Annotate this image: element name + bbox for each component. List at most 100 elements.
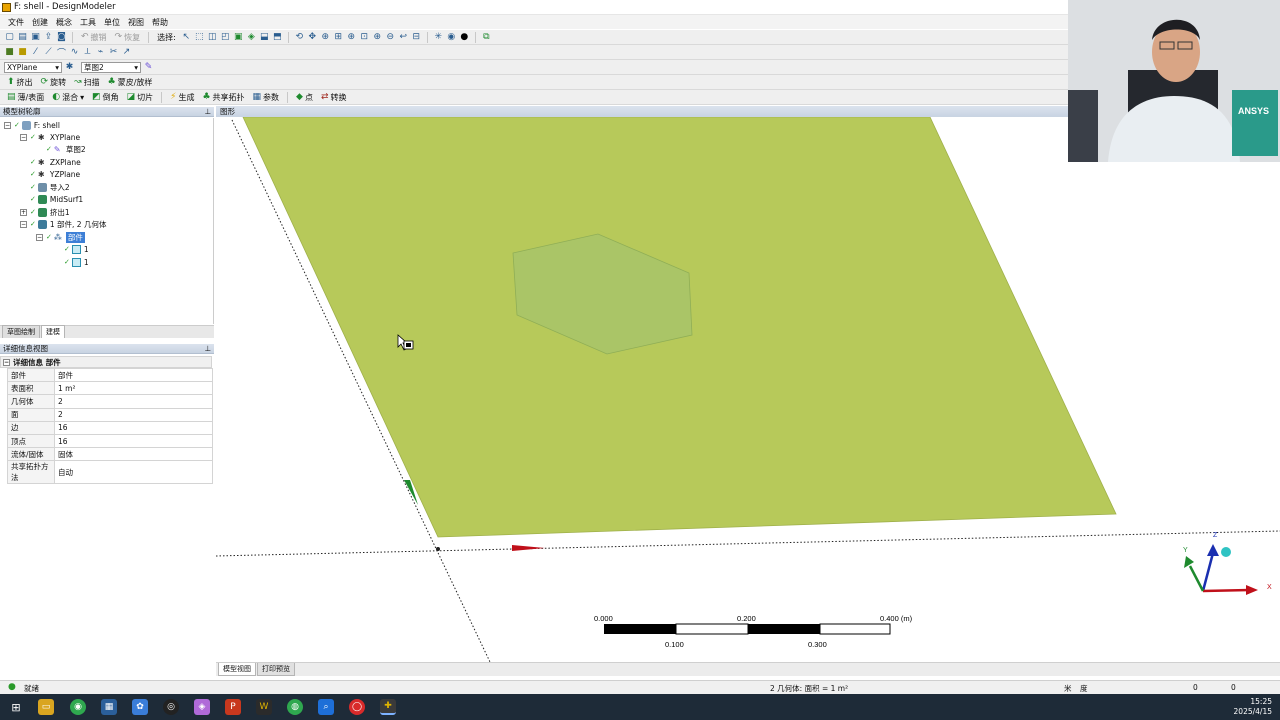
pan-icon[interactable]: ✥: [307, 32, 318, 43]
details-row[interactable]: 边 16: [7, 420, 213, 435]
tab-sketching[interactable]: 草图绘制: [2, 325, 40, 338]
new-plane-icon[interactable]: ✱: [64, 62, 75, 73]
details-value[interactable]: 部件: [54, 367, 213, 383]
blend-button[interactable]: ◐ 混合 ▾: [49, 92, 87, 103]
zoom-in-icon[interactable]: ⊕: [346, 32, 357, 43]
details-value[interactable]: 固体: [54, 447, 213, 462]
extend-line-icon[interactable]: ↗: [121, 47, 132, 58]
details-section-header[interactable]: − 详细信息 部件: [0, 356, 212, 368]
pin-icon[interactable]: ⊥: [204, 107, 211, 116]
collapse-icon[interactable]: −: [36, 233, 43, 241]
details-row[interactable]: 几何体 2: [7, 394, 213, 409]
select-mode-icon[interactable]: ↖: [181, 32, 192, 43]
collapse-icon[interactable]: −: [20, 220, 27, 228]
menu-file[interactable]: 文件: [4, 17, 28, 28]
details-value[interactable]: 16: [54, 433, 213, 449]
tab-print-preview[interactable]: 打印预览: [257, 663, 295, 676]
point-line-icon[interactable]: ⌁: [95, 47, 106, 58]
select-point-icon[interactable]: ◫: [207, 32, 218, 43]
display-mode-icon[interactable]: ◉: [446, 32, 457, 43]
parameters-button[interactable]: ▦ 参数: [250, 92, 283, 103]
extrude-button[interactable]: ⬆ 挤出: [4, 77, 36, 88]
details-row[interactable]: 面2: [7, 407, 213, 422]
coordinate-triad[interactable]: Z Y X: [1183, 532, 1272, 595]
details-value[interactable]: 16: [54, 420, 213, 435]
help-icon[interactable]: ⧉: [481, 32, 492, 43]
plane-select[interactable]: XYPlane ▾: [4, 61, 62, 73]
conversion-button[interactable]: ⇄ 转换: [318, 92, 350, 103]
screenshot-icon[interactable]: ◙: [56, 32, 67, 43]
zoom-fit-icon[interactable]: ⊡: [359, 32, 370, 43]
details-row[interactable]: 共享拓扑方法 自动: [7, 460, 213, 485]
revolve-button[interactable]: ⟳ 旋转: [38, 77, 70, 88]
undo-button[interactable]: ↶ 撤销: [78, 32, 110, 43]
tree-item-import[interactable]: ✓ 导入2: [30, 181, 70, 193]
slice-button[interactable]: ◪ 切片: [124, 92, 157, 103]
sketch-select[interactable]: 草图2 ▾: [81, 61, 141, 73]
select-body-icon[interactable]: ◈: [246, 32, 257, 43]
tree-item-sketch[interactable]: ✓ ✎ 草图2: [46, 143, 86, 155]
generate-button[interactable]: ⚡ 生成: [167, 92, 197, 103]
select-edge-icon[interactable]: ◰: [220, 32, 231, 43]
triad-icon[interactable]: ✳: [433, 32, 444, 43]
menu-create[interactable]: 创建: [28, 17, 52, 28]
zoom-box-icon[interactable]: ⊞: [333, 32, 344, 43]
tree-item-extrude[interactable]: + ✓ 挤出1: [20, 206, 70, 218]
details-value[interactable]: 2: [54, 394, 213, 409]
video-app-icon[interactable]: ◯: [349, 699, 365, 715]
redo-button[interactable]: ↷ 恢复: [112, 32, 144, 43]
details-row[interactable]: 流体/固体 固体: [7, 447, 213, 462]
system-clock[interactable]: 15:25 2025/4/15: [1234, 697, 1272, 717]
wechat-icon[interactable]: ◍: [287, 699, 303, 715]
save-icon[interactable]: ▣: [30, 32, 41, 43]
spline-icon[interactable]: ∿: [69, 47, 80, 58]
powerpoint-icon[interactable]: P: [225, 699, 241, 715]
expand-icon[interactable]: +: [20, 208, 27, 216]
details-row[interactable]: 顶点 16: [7, 433, 213, 449]
expand-icon[interactable]: ⬒: [272, 32, 283, 43]
menu-help[interactable]: 帮助: [148, 17, 172, 28]
menu-concept[interactable]: 概念: [52, 17, 76, 28]
new-icon[interactable]: ▢: [4, 32, 15, 43]
line-icon[interactable]: ⁄: [30, 47, 41, 58]
zoom-icon[interactable]: ⊕: [320, 32, 331, 43]
skin-loft-button[interactable]: ♣ 蒙皮/放样: [105, 77, 156, 88]
chamfer-button[interactable]: ◩ 倒角: [89, 92, 122, 103]
zoom-plus-icon[interactable]: ⊕: [372, 32, 383, 43]
tree-item-xyplane[interactable]: − ✓ ✱ XYPlane: [20, 131, 80, 143]
previous-view-icon[interactable]: ↩: [398, 32, 409, 43]
recorder-icon[interactable]: ◎: [163, 699, 179, 715]
tree-item-zxplane[interactable]: ✓ ✱ ZXPlane: [30, 156, 81, 168]
graphics-viewport[interactable]: 0.000 0.200 0.400 (m) 0.100 0.300 Z Y X: [216, 117, 1280, 662]
tree-item-body[interactable]: ✓ 1: [64, 256, 89, 268]
polyline-icon[interactable]: ⟋: [43, 47, 54, 58]
file-explorer-icon[interactable]: ▭: [38, 699, 54, 715]
menu-tools[interactable]: 工具: [76, 17, 100, 28]
rotate-icon[interactable]: ⟲: [294, 32, 305, 43]
zoom-minus-icon[interactable]: ⊖: [385, 32, 396, 43]
sweep-button[interactable]: ↝ 扫描: [71, 77, 103, 88]
select-face-icon[interactable]: ▣: [233, 32, 244, 43]
thin-surface-button[interactable]: ▤ 薄/表面: [4, 92, 47, 103]
tab-model-view[interactable]: 模型视图: [218, 663, 256, 676]
extend-icon[interactable]: ⬓: [259, 32, 270, 43]
palette-icon[interactable]: ■: [17, 47, 28, 58]
tab-modeling[interactable]: 建模: [41, 325, 65, 338]
next-view-icon[interactable]: ⊟: [411, 32, 422, 43]
tree-item-parts[interactable]: − ✓ 1 部件, 2 几何体: [20, 218, 106, 230]
share-topology-button[interactable]: ♣ 共享拓扑: [199, 92, 247, 103]
workbench-icon[interactable]: W: [256, 699, 272, 715]
menu-units[interactable]: 单位: [100, 17, 124, 28]
export-icon[interactable]: ⇪: [43, 32, 54, 43]
arc-icon[interactable]: ⌒: [56, 47, 67, 59]
collapse-icon[interactable]: −: [3, 358, 10, 366]
calculator-icon[interactable]: ▦: [101, 699, 117, 715]
details-value[interactable]: 2: [54, 407, 213, 422]
dot-icon[interactable]: ●: [459, 32, 470, 43]
pin-icon[interactable]: ⊥: [204, 344, 211, 353]
tree-item-root[interactable]: − ✓ F: shell: [4, 119, 60, 131]
browser-icon[interactable]: ◉: [70, 699, 86, 715]
menu-view[interactable]: 视图: [124, 17, 148, 28]
trim-icon[interactable]: ✂: [108, 47, 119, 58]
collapse-icon[interactable]: −: [4, 121, 11, 129]
